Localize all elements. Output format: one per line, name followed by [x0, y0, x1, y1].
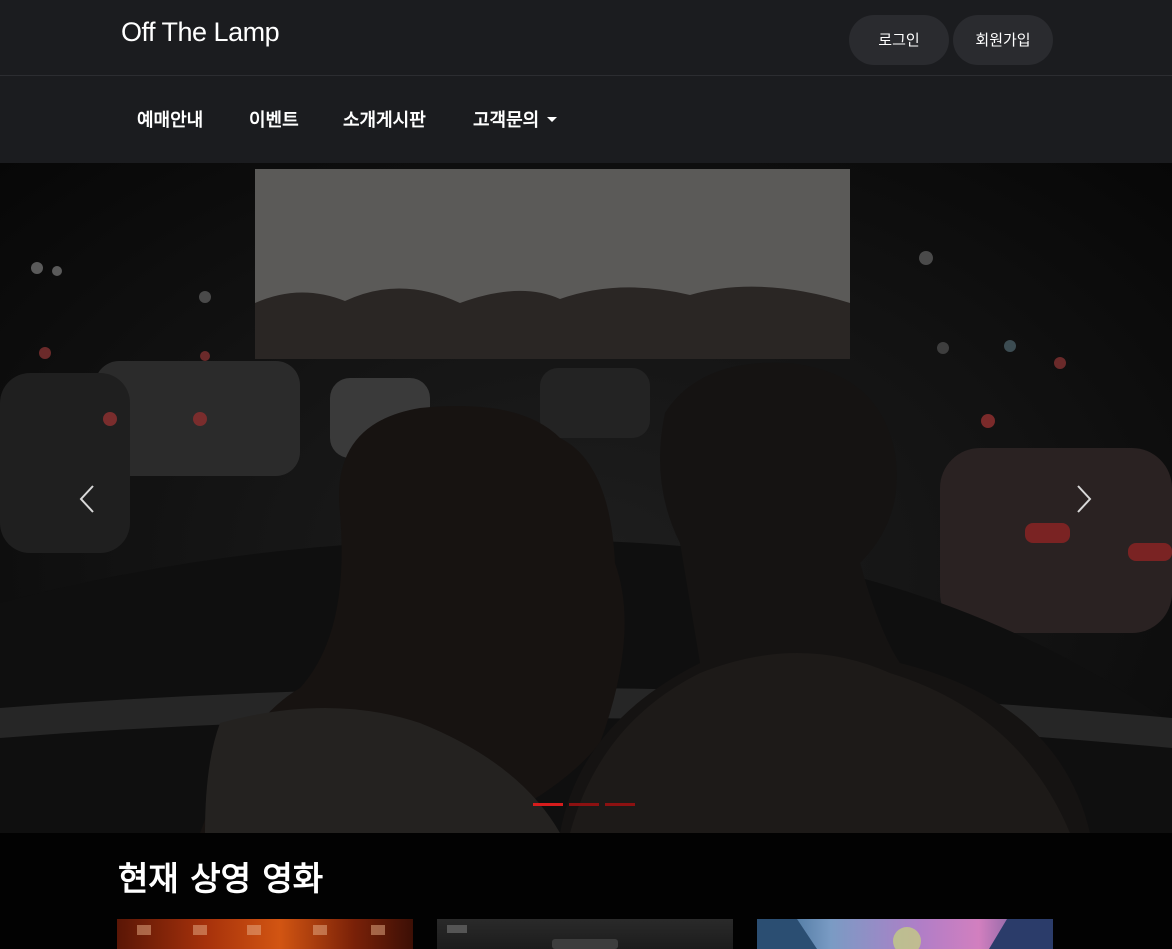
nav-item-label: 소개게시판 — [343, 110, 426, 131]
hero-carousel — [0, 163, 1172, 833]
movie-poster-3[interactable] — [757, 919, 1053, 949]
caret-down-icon — [547, 117, 558, 122]
chevron-right-icon — [1077, 485, 1092, 513]
carousel-next-button[interactable] — [1071, 483, 1095, 515]
chevron-left-icon — [79, 485, 94, 513]
nav-item-booking-guide[interactable]: 예매안내 — [137, 106, 203, 132]
poster-artwork — [447, 925, 618, 949]
carousel-prev-button[interactable] — [76, 483, 100, 515]
now-showing-title: 현재 상영 영화 — [118, 859, 324, 898]
poster-artwork — [137, 925, 385, 935]
hero-slide-image — [0, 169, 1172, 833]
carousel-indicator-1[interactable] — [533, 803, 563, 806]
login-button[interactable]: 로그인 — [849, 15, 949, 65]
poster-artwork — [757, 919, 1053, 949]
nav-item-customer-inquiry[interactable]: 고객문의 — [473, 106, 558, 132]
signup-button[interactable]: 회원가입 — [953, 15, 1053, 65]
nav-item-intro-board[interactable]: 소개게시판 — [343, 106, 426, 132]
nav-item-label: 고객문의 — [473, 110, 540, 131]
nav-item-label: 예매안내 — [137, 110, 204, 131]
carousel-indicator-2[interactable] — [569, 803, 599, 806]
nav-item-label: 이벤트 — [249, 110, 299, 131]
carousel-indicator-3[interactable] — [605, 803, 635, 806]
main-nav: 예매안내 이벤트 소개게시판 고객문의 — [0, 76, 1172, 163]
top-bar: Off The Lamp 로그인 회원가입 — [0, 0, 1172, 76]
movie-poster-2[interactable] — [437, 919, 733, 949]
carousel-indicators — [533, 803, 643, 807]
nav-item-events[interactable]: 이벤트 — [249, 106, 299, 132]
site-logo[interactable]: Off The Lamp — [121, 17, 280, 48]
movie-poster-1[interactable] — [117, 919, 413, 949]
